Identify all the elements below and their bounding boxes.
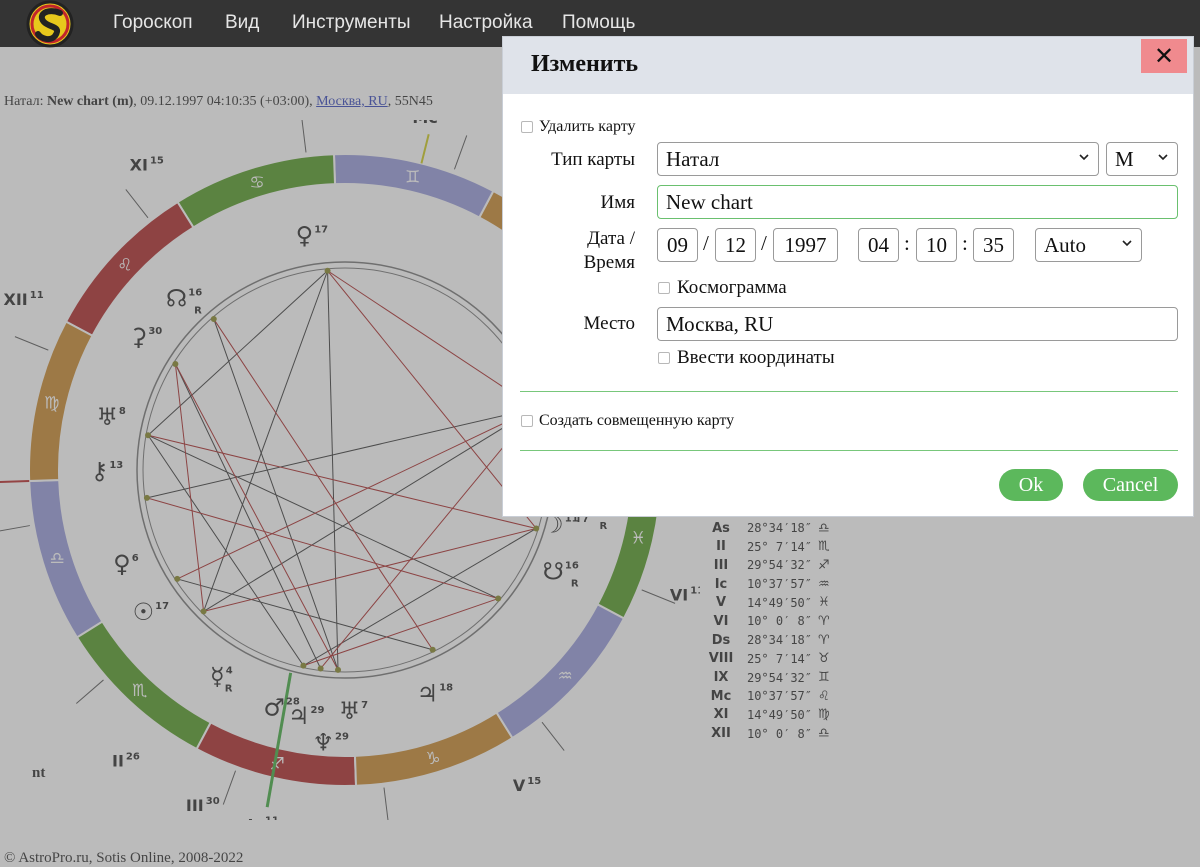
name-input[interactable]: New chart xyxy=(657,185,1178,219)
divider xyxy=(520,450,1178,451)
minute-input[interactable]: 10 xyxy=(916,228,957,262)
ok-button[interactable]: Ok xyxy=(999,469,1063,501)
enter-coords-checkbox[interactable] xyxy=(658,352,670,364)
delete-chart-label: Удалить карту xyxy=(539,118,636,135)
cancel-button[interactable]: Cancel xyxy=(1083,469,1178,501)
chart-type-value: Натал xyxy=(666,146,720,171)
create-synastry-label: Создать совмещенную карту xyxy=(539,412,735,429)
timezone-value: Auto xyxy=(1044,232,1086,257)
timezone-select[interactable]: Auto xyxy=(1035,228,1142,262)
menu-view[interactable]: Вид xyxy=(225,12,259,34)
chart-type-label: Тип карты xyxy=(551,149,635,170)
datetime-label-line1: Дата / xyxy=(587,228,635,249)
day-input[interactable]: 09 xyxy=(657,228,698,262)
menu-settings[interactable]: Настройка xyxy=(439,12,533,34)
dialog-title: Изменить xyxy=(531,51,639,77)
time-separator: : xyxy=(962,231,968,255)
chart-type-select[interactable]: Натал xyxy=(657,142,1099,176)
create-synastry-checkbox[interactable] xyxy=(521,415,533,427)
datetime-label: Дата / Время xyxy=(515,227,635,275)
cosmogram-label: Космограмма xyxy=(677,277,787,298)
menu-horoscope[interactable]: Гороскоп xyxy=(113,12,193,34)
menu-tools[interactable]: Инструменты xyxy=(292,12,410,34)
close-button[interactable]: ✕ xyxy=(1141,39,1187,73)
dialog-header: Изменить ✕ xyxy=(503,37,1193,94)
chevron-down-icon xyxy=(1158,154,1168,161)
time-separator: : xyxy=(904,231,910,255)
close-icon: ✕ xyxy=(1153,42,1175,70)
chevron-down-icon xyxy=(1122,240,1132,247)
year-input[interactable]: 1997 xyxy=(773,228,838,262)
menu-help[interactable]: Помощь xyxy=(562,12,635,34)
edit-chart-dialog: Изменить ✕ Удалить карту Тип карты Натал… xyxy=(502,36,1194,517)
place-input[interactable]: Москва, RU xyxy=(657,307,1178,341)
chevron-down-icon xyxy=(1079,154,1089,161)
cosmogram-checkbox[interactable] xyxy=(658,282,670,294)
enter-coords-label: Ввести координаты xyxy=(677,347,835,368)
place-label: Место xyxy=(583,313,635,334)
delete-chart-checkbox[interactable] xyxy=(521,121,533,133)
gender-value: М xyxy=(1115,146,1134,171)
divider xyxy=(520,391,1178,392)
date-separator: / xyxy=(761,231,767,255)
date-separator: / xyxy=(703,231,709,255)
name-label: Имя xyxy=(600,192,635,213)
astropro-logo[interactable] xyxy=(20,0,78,50)
hour-input[interactable]: 04 xyxy=(858,228,899,262)
gender-select[interactable]: М xyxy=(1106,142,1178,176)
second-input[interactable]: 35 xyxy=(973,228,1014,262)
month-input[interactable]: 12 xyxy=(715,228,756,262)
datetime-label-line2: Время xyxy=(583,252,635,273)
